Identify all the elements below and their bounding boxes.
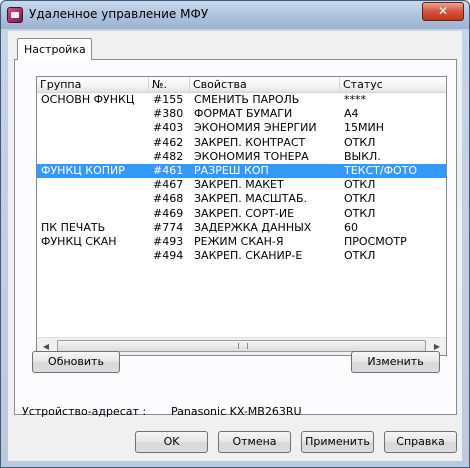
cell-property: ФОРМАТ БУМАГИ — [194, 107, 293, 121]
cell-number: #461 — [153, 163, 184, 177]
remote-control-window: Удаленное управление МФУ ✕ Настройка Гру… — [0, 0, 470, 468]
cell-group — [41, 207, 147, 221]
cell-group: ФУНКЦ КОПИР — [41, 163, 125, 177]
cell-number: #462 — [153, 135, 184, 149]
cell-number: #493 — [153, 234, 184, 248]
cell-status: ОТКЛ — [344, 249, 376, 263]
table-row[interactable]: #467 ЗАКРЕП. МАКЕТ ОТКЛ — [37, 178, 446, 192]
table-row[interactable]: #380 ФОРМАТ БУМАГИ A4 — [37, 107, 446, 121]
cell-status: ТЕКСТ/ФОТО — [344, 163, 418, 177]
table-row[interactable]: ФУНКЦ КОПИР #461 РАЗРЕШ КОП ТЕКСТ/ФОТО — [37, 163, 446, 179]
cell-property: ЗАКРЕП. СКАНИР-Е — [194, 249, 303, 263]
cell-property: ЗАКРЕП. МАСШТАБ. — [194, 192, 307, 206]
cell-number: #482 — [153, 149, 184, 163]
cell-property: РАЗРЕШ КОП — [194, 163, 269, 177]
cell-number: #774 — [153, 220, 184, 234]
cell-status: ОТКЛ — [344, 135, 376, 149]
cell-group — [41, 107, 147, 121]
list-rows: ОСНОВН ФУНКЦ #155 СМЕНИТЬ ПАРОЛЬ **** #380 ФО… — [37, 93, 446, 263]
mfp-app-icon — [7, 7, 23, 23]
scroll-grip-icon — [238, 343, 248, 349]
table-row[interactable]: ОСНОВН ФУНКЦ #155 СМЕНИТЬ ПАРОЛЬ **** — [37, 93, 446, 107]
device-value: Panasonic KX-MB263RU — [171, 405, 302, 418]
cell-status: **** — [344, 93, 366, 106]
cell-status: ВЫКЛ. — [344, 149, 381, 163]
cell-property: ЗАКРЕП. МАКЕТ — [194, 178, 284, 192]
cell-status: ПРОСМОТР — [344, 234, 407, 248]
ok-button[interactable]: OK — [135, 431, 208, 453]
table-row[interactable]: ФУНКЦ СКАН #493 РЕЖИМ СКАН-Я ПРОСМОТР — [37, 235, 446, 249]
tab-settings-label: Настройка — [24, 43, 86, 56]
cell-number: #494 — [153, 249, 184, 263]
table-row[interactable]: #482 ЭКОНОМИЯ ТОНЕРА ВЫКЛ. — [37, 150, 446, 164]
table-row[interactable]: #403 ЭКОНОМИЯ ЭНЕРГИИ 15МИН — [37, 121, 446, 135]
cell-status: A4 — [344, 107, 359, 121]
cell-group: ФУНКЦ СКАН — [41, 234, 117, 248]
cell-status: 60 — [344, 220, 358, 234]
cell-group: ОСНОВН ФУНКЦ — [41, 93, 135, 106]
cell-property: ЭКОНОМИЯ ЭНЕРГИИ — [194, 121, 317, 135]
cell-number: #467 — [153, 178, 184, 192]
table-row[interactable]: ПК ПЕЧАТЬ #774 ЗАДЕРЖКА ДАННЫХ 60 — [37, 221, 446, 235]
cell-group — [41, 249, 147, 263]
table-row[interactable]: #468 ЗАКРЕП. МАСШТАБ. ОТКЛ — [37, 192, 446, 206]
column-header-properties[interactable]: Свойства — [190, 77, 340, 92]
column-header-group[interactable]: Группа — [37, 77, 149, 92]
cell-property: ЭКОНОМИЯ ТОНЕРА — [194, 149, 309, 163]
cell-property: ЗАКРЕП. КОНТРАСТ — [194, 135, 306, 149]
table-row[interactable]: #469 ЗАКРЕП. СОРТ-ИЕ ОТКЛ — [37, 207, 446, 221]
settings-list[interactable]: Группа №. Свойства Статус ОСНОВН ФУНКЦ #1… — [36, 76, 447, 356]
apply-button[interactable]: Применить — [301, 431, 374, 453]
cancel-button[interactable]: Отмена — [218, 431, 291, 453]
cell-number: #469 — [153, 206, 184, 220]
device-label: Устройство-адресат : — [22, 405, 147, 418]
refresh-button[interactable]: Обновить — [32, 351, 120, 373]
cell-group — [41, 192, 147, 206]
table-row[interactable]: #462 ЗАКРЕП. КОНТРАСТ ОТКЛ — [37, 136, 446, 150]
cell-status: ОТКЛ — [344, 206, 376, 220]
list-header: Группа №. Свойства Статус — [37, 77, 446, 93]
cell-status: 15МИН — [344, 121, 384, 135]
window-title: Удаленное управление МФУ — [29, 7, 209, 21]
cell-status: ОТКЛ — [344, 178, 376, 192]
column-header-status[interactable]: Статус — [340, 77, 446, 92]
tab-settings[interactable]: Настройка — [17, 38, 92, 60]
title-bar[interactable]: Удаленное управление МФУ ✕ — [1, 1, 469, 29]
cell-number: #380 — [153, 107, 184, 121]
change-button[interactable]: Изменить — [351, 351, 440, 373]
cell-group: ПК ПЕЧАТЬ — [41, 220, 106, 234]
cell-property: РЕЖИМ СКАН-Я — [194, 234, 284, 248]
cell-number: #155 — [153, 93, 184, 106]
dialog-client: Настройка Группа №. Свойства Статус ОСНО… — [8, 31, 462, 461]
cell-property: ЗАКРЕП. СОРТ-ИЕ — [194, 206, 295, 220]
close-button[interactable]: ✕ — [422, 2, 464, 21]
cell-property: СМЕНИТЬ ПАРОЛЬ — [194, 93, 300, 106]
cell-property: ЗАДЕРЖКА ДАННЫХ — [194, 220, 312, 234]
table-row[interactable]: #494 ЗАКРЕП. СКАНИР-Е ОТКЛ — [37, 249, 446, 263]
cell-status: ОТКЛ — [344, 192, 376, 206]
cell-number: #403 — [153, 121, 184, 135]
cell-group — [41, 121, 147, 135]
cell-group — [41, 150, 147, 164]
cell-group — [41, 136, 147, 150]
cell-group — [41, 178, 147, 192]
help-button[interactable]: Справка — [384, 431, 457, 453]
column-header-number[interactable]: №. — [149, 77, 190, 92]
cell-number: #468 — [153, 192, 184, 206]
